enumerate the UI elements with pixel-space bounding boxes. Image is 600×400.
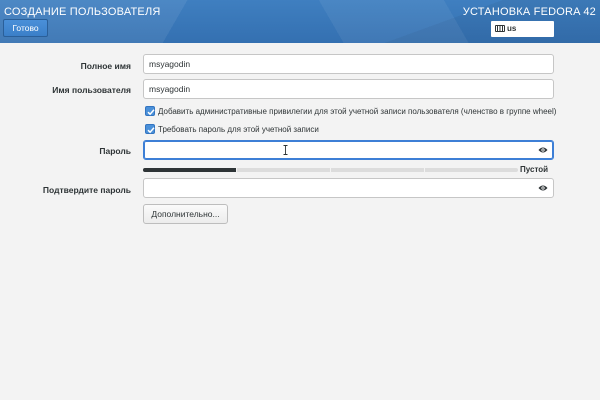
full-name-field[interactable]: msyagodin [143,54,554,74]
password-field[interactable] [143,140,554,160]
show-password-eye-icon[interactable] [538,184,548,192]
password-strength-label: Пустой [520,165,549,174]
username-label: Имя пользователя [52,85,131,95]
password-label: Пароль [99,146,131,156]
keyboard-layout-label: us [507,24,517,33]
install-title: УСТАНОВКА FEDORA 42 [462,6,596,18]
strength-segment-divider [330,168,331,172]
header-bar: СОЗДАНИЕ ПОЛЬЗОВАТЕЛЯ Готово УСТАНОВКА F… [0,0,600,43]
admin-privileges-label: Добавить административные привилегии для… [158,107,557,116]
password-strength-fill [143,168,237,172]
admin-privileges-checkbox[interactable] [145,106,155,116]
require-password-label: Требовать пароль для этой учетной записи [158,125,319,134]
full-name-value: msyagodin [149,59,191,69]
checkmark-icon [147,109,155,116]
strength-segment-divider [236,168,237,172]
password-strength-bar [143,168,518,172]
full-name-label: Полное имя [80,61,131,71]
username-field[interactable]: msyagodin [143,79,554,99]
advanced-button[interactable]: Дополнительно... [143,204,228,224]
text-cursor-icon [283,145,288,155]
confirm-password-label: Подтвердите пароль [42,185,131,195]
username-value: msyagodin [149,84,191,94]
page-title: СОЗДАНИЕ ПОЛЬЗОВАТЕЛЯ [4,6,161,18]
strength-segment-divider [424,168,425,172]
keyboard-layout-indicator[interactable]: us [491,21,554,37]
done-button[interactable]: Готово [3,19,48,37]
keyboard-icon [495,25,505,32]
show-password-eye-icon[interactable] [538,146,548,154]
confirm-password-field[interactable] [143,178,554,198]
require-password-checkbox[interactable] [145,124,155,134]
checkmark-icon [147,127,155,134]
